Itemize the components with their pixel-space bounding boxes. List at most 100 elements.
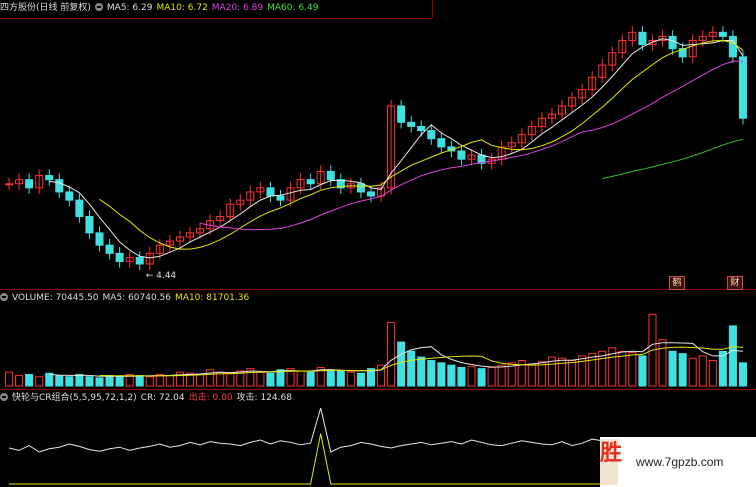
volume-bar [678, 353, 687, 387]
candle-body [276, 195, 285, 201]
volume-bar [95, 377, 104, 387]
volume-readout: VOLUME: 70445.50 [12, 293, 99, 303]
candle-body [407, 121, 416, 127]
attack-readout: 攻击: 124.68 [236, 393, 292, 403]
volume-bar [638, 355, 647, 387]
volume-chart[interactable] [0, 290, 756, 390]
candle-body [45, 175, 54, 181]
volume-bar [356, 372, 365, 387]
vol-ma5-readout: MA5: 60740.56 [102, 293, 172, 303]
volume-bar [527, 363, 536, 387]
volume-bar [85, 376, 94, 387]
candle-body [105, 244, 114, 254]
stock-title: 四方股份(日线 前复权) [0, 3, 91, 13]
volume-bar [578, 355, 587, 387]
event-badge[interactable]: 鹤 [669, 276, 685, 290]
watermark: 胜 www.7gpzb.com [600, 437, 756, 487]
volume-bar [477, 368, 486, 387]
candle-body [427, 130, 436, 140]
out-readout: 出击: 0.00 [188, 393, 233, 403]
volume-bar [115, 376, 124, 387]
volume-bar [165, 375, 174, 387]
volume-bar [326, 369, 335, 387]
volume-bar [35, 376, 44, 387]
volume-bar [266, 372, 275, 387]
cr-settings-icon[interactable] [0, 393, 8, 401]
candle-body [115, 252, 124, 263]
volume-bar [588, 353, 597, 387]
volume-bar [497, 364, 506, 387]
volume-bar [688, 357, 697, 387]
volume-bar [336, 370, 345, 387]
volume-bar [256, 371, 265, 387]
volume-bar [668, 350, 677, 387]
volume-bar [226, 372, 235, 387]
candle-body [135, 256, 144, 265]
cr-header: 快轮与CR组合(5,5,95,72,1,2) CR: 72.04 出击: 0.00 攻… [0, 392, 296, 405]
volume-bar [105, 375, 114, 387]
volume-bar [437, 362, 446, 387]
volume-bar [568, 360, 577, 387]
vol-ma10-readout: MA10: 81701.36 [175, 293, 250, 303]
ma5-readout: MA5: 6.29 [106, 3, 153, 13]
price-chart[interactable]: ← 4.44 [0, 0, 756, 290]
candle-body [326, 170, 335, 181]
volume-bar [658, 339, 667, 387]
volume-bar [718, 350, 727, 387]
ma60-line [602, 138, 744, 179]
low-price-label: ← 4.44 [146, 271, 177, 281]
ma20-readout: MA20: 6.89 [211, 3, 264, 13]
volume-bar [447, 364, 456, 387]
volume-bar [417, 356, 426, 387]
candle-body [668, 35, 677, 50]
candle-body [65, 191, 74, 201]
price-header: 四方股份(日线 前复权) MA5: 6.29 MA10: 6.72 MA20: 6.8… [0, 2, 322, 15]
candle-body [728, 35, 737, 58]
volume-bar [65, 376, 74, 387]
volume-bar [387, 321, 396, 387]
volume-bar [15, 375, 24, 387]
candle-body [417, 125, 426, 132]
volume-bar [145, 376, 154, 387]
volume-bar [557, 357, 567, 387]
candle-body [738, 56, 747, 119]
candle-body [95, 232, 104, 246]
ma10-readout: MA10: 6.72 [156, 3, 208, 13]
indicator-settings-icon[interactable] [94, 3, 103, 11]
candle-body [75, 199, 84, 217]
candle-body [266, 187, 275, 197]
volume-bar [206, 369, 215, 387]
ma20-line [200, 60, 743, 231]
volume-bar [427, 360, 436, 387]
volume-bar [55, 375, 64, 387]
price-panel[interactable]: ← 4.44 四方股份(日线 前复权) MA5: 6.29 MA10: 6.72 MA… [0, 0, 756, 290]
volume-bar [708, 360, 717, 387]
volume-header: VOLUME: 70445.50 MA5: 60740.56 MA10: 81701… [0, 292, 253, 305]
volume-settings-icon[interactable] [0, 293, 8, 301]
volume-bar [25, 373, 34, 387]
finance-badge[interactable]: 财 [727, 276, 743, 290]
volume-bar [698, 355, 707, 387]
watermark-logo: 胜 [600, 439, 622, 485]
candle-body [55, 179, 64, 193]
candle-body [457, 150, 466, 160]
volume-bar [346, 371, 355, 387]
volume-bar [738, 362, 747, 387]
cr-title: 快轮与CR组合(5,5,95,72,1,2) [12, 393, 137, 403]
candle-body [85, 216, 94, 234]
volume-bar [5, 371, 14, 387]
volume-bar [135, 375, 144, 387]
candle-body [366, 191, 375, 197]
ma10-line [99, 39, 744, 250]
volume-bar [75, 373, 84, 387]
volume-panel[interactable]: VOLUME: 70445.50 MA5: 60740.56 MA10: 81701… [0, 290, 756, 390]
volume-bar [397, 341, 406, 387]
volume-bar [196, 373, 205, 387]
ma5-line [49, 38, 744, 259]
volume-bar [728, 325, 737, 387]
candle-body [306, 179, 315, 185]
volume-bar [487, 366, 496, 387]
candle-body [397, 105, 406, 123]
cr-readout: CR: 72.04 [140, 393, 185, 403]
watermark-text: www.7gpzb.com [636, 455, 724, 469]
